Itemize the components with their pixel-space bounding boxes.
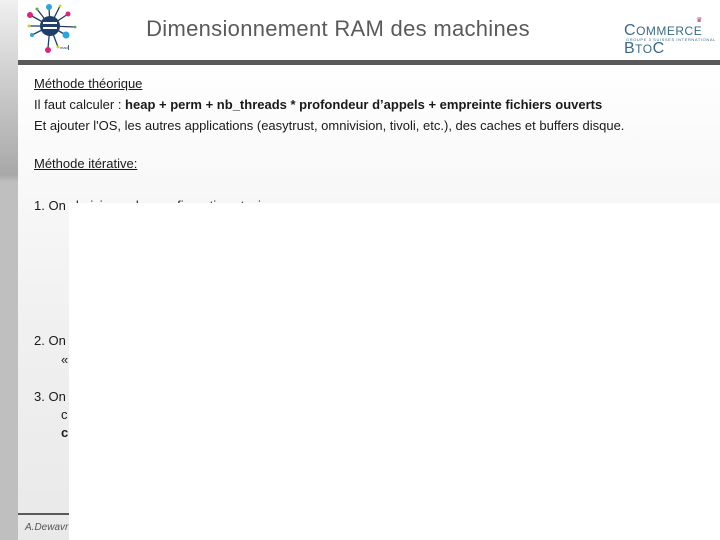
- brand-b: B: [624, 40, 636, 57]
- svg-text:mad: mad: [60, 45, 68, 50]
- left-gradient-strip: [0, 0, 18, 540]
- brand-rest: OMMERCE: [636, 24, 703, 38]
- slide-title: Dimensionnement RAM des machines: [146, 16, 530, 41]
- theoretical-formula-line: Il faut calculer : heap + perm + nb_thre…: [34, 97, 602, 112]
- iterative-step-2-cont: «: [61, 352, 69, 367]
- iterative-step-3-cont-2: c: [61, 425, 69, 440]
- formula-prefix: Il faut calculer :: [34, 97, 126, 112]
- slide-header: mad Dimensionnement RAM des machines ♛ C…: [18, 0, 720, 60]
- iterative-heading: Méthode itérative:: [34, 156, 138, 171]
- white-occlusion-overlay: [69, 203, 720, 540]
- iterative-step-3: 3. On: [34, 389, 66, 404]
- brand-last: C: [652, 40, 665, 57]
- theoretical-heading: Méthode théorique: [34, 76, 143, 91]
- header-divider: [18, 60, 720, 65]
- brand-tail: TO: [635, 42, 653, 56]
- brand-tagline: GROUPE 3 SUISSES INTERNATIONAL: [626, 37, 716, 42]
- theoretical-note: Et ajouter l'OS, les autres applications…: [34, 118, 625, 133]
- network-hub-logo-icon: mad: [27, 4, 77, 53]
- footer-author: A.Dewavr: [25, 522, 69, 533]
- commerce-btoc-logo: ♛ COMMERCE BTOC GROUPE 3 SUISSES INTERNA…: [618, 14, 718, 57]
- iterative-step-2: 2. On: [34, 333, 66, 348]
- iterative-step-3-cont-1: c: [61, 407, 68, 422]
- formula: heap + perm + nb_threads * profondeur d’…: [125, 97, 603, 112]
